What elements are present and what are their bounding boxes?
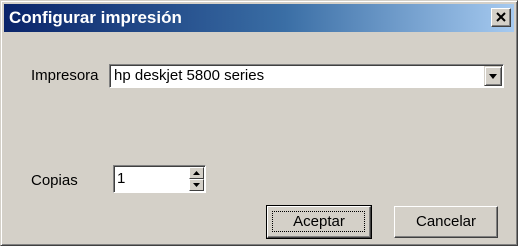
- accept-button-label: Aceptar: [293, 213, 345, 230]
- arrow-down-icon: [193, 183, 200, 187]
- cancel-button-label: Cancelar: [415, 213, 477, 230]
- chevron-down-icon: [489, 74, 497, 79]
- printer-label: Impresora: [31, 67, 99, 84]
- title-bar[interactable]: Configurar impresión: [4, 4, 514, 32]
- printer-dropdown-button[interactable]: [484, 66, 502, 86]
- printer-selected-value: hp deskjet 5800 series: [114, 67, 265, 84]
- printer-select[interactable]: hp deskjet 5800 series: [109, 64, 504, 88]
- accept-button[interactable]: Aceptar: [266, 205, 372, 239]
- print-setup-dialog: Configurar impresión Impresora hp deskje…: [0, 0, 518, 246]
- copies-input[interactable]: 1: [117, 170, 125, 188]
- dialog-title: Configurar impresión: [9, 8, 182, 27]
- cancel-button[interactable]: Cancelar: [394, 206, 498, 238]
- copies-stepper[interactable]: 1: [113, 165, 206, 193]
- arrow-up-icon: [193, 171, 200, 175]
- copies-decrement-button[interactable]: [189, 179, 204, 191]
- close-icon: [496, 12, 506, 22]
- copies-label: Copias: [31, 172, 78, 189]
- copies-increment-button[interactable]: [189, 167, 204, 179]
- close-button[interactable]: [491, 8, 511, 27]
